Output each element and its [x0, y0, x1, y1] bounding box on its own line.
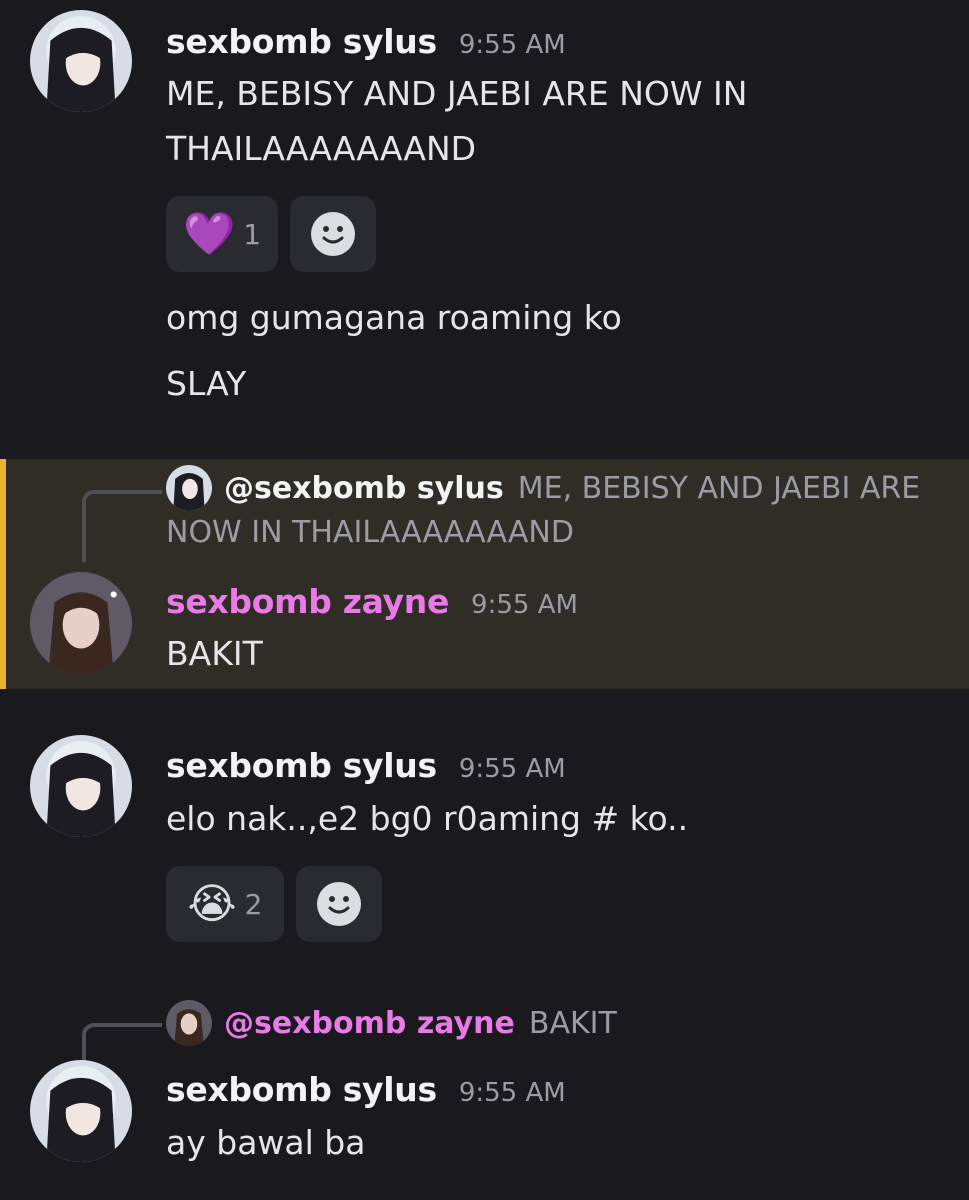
purple-heart-icon: 💜: [182, 209, 236, 258]
reaction-count: 1: [243, 217, 262, 251]
message-timestamp: 9:55 AM: [471, 590, 578, 620]
reply-avatar: [166, 1000, 212, 1046]
reply-preview-text: NOW IN THAILAAAAAAAND: [166, 515, 574, 550]
author-name[interactable]: sexbomb sylus: [166, 746, 437, 785]
smiley-face-icon: [317, 882, 361, 926]
message-text: elo nak..,e2 bg0 r0aming # ko..: [166, 799, 689, 838]
message-text: THAILAAAAAAAND: [166, 129, 477, 168]
add-reaction-button[interactable]: [296, 866, 382, 942]
reaction-crying[interactable]: 😭 2: [166, 866, 284, 942]
author-name[interactable]: sexbomb zayne: [166, 582, 449, 621]
reply-mention: @sexbomb sylus: [224, 470, 504, 506]
sylus-avatar[interactable]: [30, 10, 132, 112]
message-text: SLAY: [166, 364, 247, 403]
message-timestamp: 9:55 AM: [458, 1078, 566, 1108]
reply-preview-text: ME, BEBISY AND JAEBI ARE: [517, 470, 921, 506]
message-timestamp: 9:55 AM: [458, 30, 566, 60]
reaction-purple-heart[interactable]: 💜 1: [166, 196, 278, 272]
reply-avatar: [166, 465, 212, 511]
reply-mention: @sexbomb zayne: [224, 1005, 515, 1041]
chat-messages: sexbomb sylus 9:55 AM ME, BEBISY AND JAE…: [0, 0, 969, 1200]
author-name[interactable]: sexbomb sylus: [166, 1070, 437, 1109]
reply-preview-text: BAKIT: [528, 1005, 617, 1041]
sylus-avatar[interactable]: [30, 735, 132, 837]
sylus-avatar[interactable]: [30, 1060, 132, 1162]
reaction-count: 2: [244, 887, 263, 921]
reply-spine: [82, 490, 162, 562]
message-text: ay bawal ba: [166, 1123, 366, 1162]
author-name[interactable]: sexbomb sylus: [166, 22, 437, 61]
zayne-avatar[interactable]: [30, 572, 132, 674]
add-reaction-button[interactable]: [290, 196, 376, 272]
reply-reference[interactable]: @sexbomb zayne BAKIT: [166, 1000, 617, 1046]
loudly-crying-face-icon: 😭: [187, 879, 237, 928]
reply-spine: [82, 1023, 162, 1063]
message-text: BAKIT: [166, 634, 263, 673]
message-text: omg gumagana roaming ko: [166, 298, 622, 337]
smiley-face-icon: [311, 212, 355, 256]
reply-reference[interactable]: @sexbomb sylus ME, BEBISY AND JAEBI ARE: [166, 465, 920, 511]
message-text: ME, BEBISY AND JAEBI ARE NOW IN: [166, 74, 748, 113]
message-timestamp: 9:55 AM: [458, 754, 566, 784]
